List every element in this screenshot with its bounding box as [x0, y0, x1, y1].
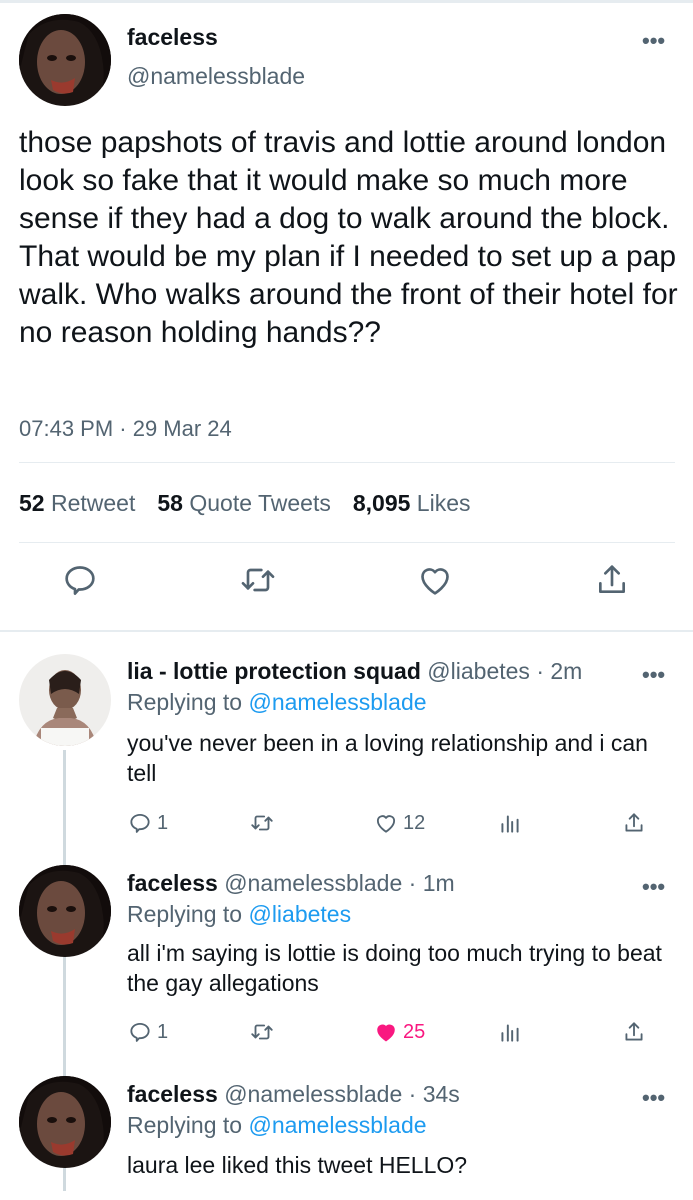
display-name[interactable]: lia - lottie protection squad: [127, 658, 421, 684]
reply-header: faceless @namelessblade · 1m: [127, 870, 455, 897]
retweets-stat[interactable]: 52 Retweet: [19, 490, 135, 516]
more-options-icon[interactable]: •••: [642, 876, 665, 898]
replying-to: Replying to @liabetes: [127, 901, 351, 928]
more-options-icon[interactable]: •••: [642, 30, 665, 52]
retweet-button[interactable]: [249, 1017, 275, 1047]
reply-actions: 1 12: [127, 808, 657, 838]
retweets-count: 52: [19, 490, 45, 516]
replying-to-link[interactable]: @namelessblade: [248, 1112, 426, 1138]
reply-button[interactable]: 1: [127, 1017, 168, 1047]
replying-to: Replying to @namelessblade: [127, 689, 427, 716]
replying-prefix: Replying to: [127, 689, 243, 715]
avatar-photo: [19, 14, 111, 106]
retweet-icon: [251, 1024, 273, 1040]
analytics-button[interactable]: [497, 1017, 523, 1047]
quotes-count: 58: [157, 490, 183, 516]
analytics-icon: [501, 1024, 519, 1042]
share-icon: [625, 1022, 643, 1041]
tweet-stats: 52 Retweet 58 Quote Tweets 8,095 Likes: [19, 490, 471, 517]
main-tweet: faceless @namelessblade ••• those papsho…: [0, 0, 693, 632]
analytics-button[interactable]: [497, 808, 523, 838]
likes-stat[interactable]: 8,095 Likes: [353, 490, 471, 516]
more-options-icon[interactable]: •••: [642, 664, 665, 686]
analytics-icon: [501, 815, 519, 833]
reply-icon: [130, 813, 150, 833]
tweet-text: those papshots of travis and lottie arou…: [19, 126, 678, 349]
like-count: 12: [403, 811, 426, 834]
replying-to: Replying to @namelessblade: [127, 1112, 427, 1139]
quotes-stat[interactable]: 58 Quote Tweets: [157, 490, 330, 516]
heart-filled-icon: [377, 1024, 395, 1042]
handle[interactable]: @namelessblade: [127, 63, 305, 90]
display-name[interactable]: faceless: [127, 870, 218, 896]
share-button[interactable]: [621, 1017, 647, 1047]
avatar-photo: [19, 865, 111, 957]
tweet-actions: [0, 560, 693, 610]
display-name[interactable]: faceless: [127, 1081, 218, 1107]
display-name[interactable]: faceless: [127, 24, 218, 51]
handle[interactable]: @namelessblade: [224, 1081, 402, 1107]
share-icon: [625, 813, 643, 832]
avatar-photo: [19, 654, 111, 746]
reply-count: 1: [157, 1020, 169, 1043]
replying-to-link[interactable]: @namelessblade: [248, 689, 426, 715]
avatar[interactable]: [19, 14, 111, 106]
avatar[interactable]: [19, 865, 111, 957]
divider: [19, 462, 675, 463]
reply-time: · 1m: [408, 870, 455, 896]
retweets-label: Retweet: [50, 490, 136, 516]
reply-button[interactable]: 1: [127, 808, 168, 838]
reply-icon: [130, 1022, 150, 1042]
like-icon: [376, 815, 396, 833]
handle[interactable]: @namelessblade: [224, 870, 402, 896]
like-icon[interactable]: [415, 560, 455, 600]
avatar[interactable]: [19, 654, 111, 746]
reply-text: laura lee liked this tweet HELLO?: [127, 1152, 468, 1178]
reply-header: lia - lottie protection squad @liabetes …: [127, 658, 582, 685]
retweet-icon: [251, 815, 273, 831]
like-button[interactable]: 25: [373, 1017, 425, 1047]
share-icon[interactable]: [592, 560, 632, 600]
quotes-label: Quote Tweets: [189, 490, 331, 516]
retweet-icon[interactable]: [238, 560, 278, 600]
divider: [19, 542, 675, 543]
replying-prefix: Replying to: [127, 1112, 243, 1138]
like-count: 25: [403, 1020, 426, 1043]
like-button[interactable]: 12: [373, 808, 425, 838]
avatar[interactable]: [19, 1076, 111, 1168]
replying-prefix: Replying to: [127, 901, 243, 927]
reply-text: you've never been in a loving relationsh…: [127, 730, 648, 786]
retweet-button[interactable]: [249, 808, 275, 838]
avatar-photo: [19, 1076, 111, 1168]
likes-label: Likes: [416, 490, 471, 516]
reply-text: all i'm saying is lottie is doing too mu…: [127, 940, 662, 996]
replying-to-link[interactable]: @liabetes: [248, 901, 351, 927]
reply-header: faceless @namelessblade · 34s: [127, 1081, 460, 1108]
share-button[interactable]: [621, 808, 647, 838]
reply-actions: 1 25: [127, 1017, 657, 1047]
reply-time: · 2m: [536, 658, 583, 684]
reply-icon[interactable]: [60, 560, 100, 600]
more-options-icon[interactable]: •••: [642, 1087, 665, 1109]
tweet-timestamp[interactable]: 07:43 PM · 29 Mar 24: [19, 416, 232, 442]
reply-time: · 34s: [408, 1081, 460, 1107]
reply-count: 1: [157, 811, 169, 834]
likes-count: 8,095: [352, 490, 411, 516]
handle[interactable]: @liabetes: [427, 658, 530, 684]
